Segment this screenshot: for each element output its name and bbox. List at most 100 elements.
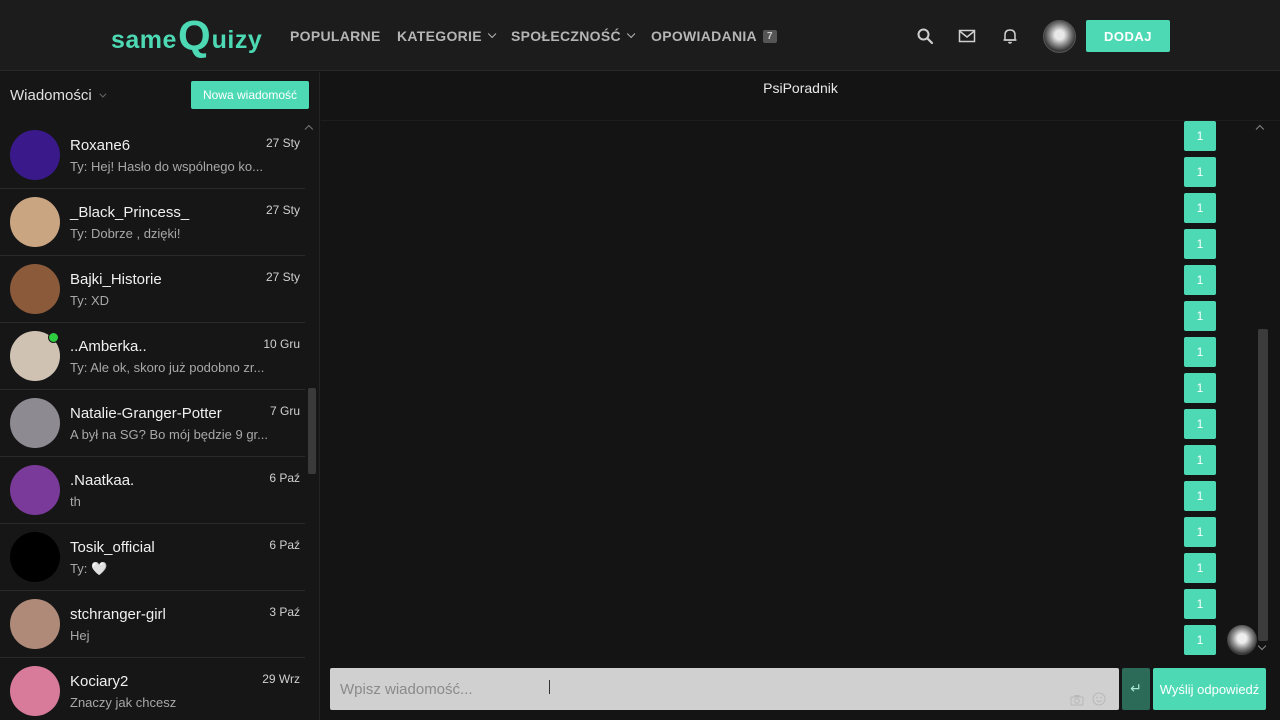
conversation-name: stchranger-girl — [70, 606, 166, 623]
enter-button[interactable]: ↵ — [1122, 668, 1150, 710]
conversation-avatar — [10, 130, 60, 180]
conversation-item[interactable]: Tosik_official 6 Paź Ty: 🤍 — [0, 524, 305, 591]
emoji-icon[interactable] — [1092, 692, 1106, 706]
conversation-item[interactable]: Kociary2 29 Wrz Znaczy jak chcesz — [0, 658, 305, 720]
message-bubble: 1 — [1184, 229, 1216, 259]
scrollbar-thumb[interactable] — [1258, 329, 1268, 641]
conversation-date: 10 Gru — [263, 337, 300, 351]
message-bubble: 1 — [1184, 445, 1216, 475]
mail-icon[interactable] — [958, 27, 976, 45]
conversation-preview: Ty: XD — [70, 293, 110, 308]
message-bubble: 1 — [1184, 121, 1216, 151]
conversation-avatar — [10, 398, 60, 448]
message-bubble: 1 — [1184, 337, 1216, 367]
nav-opowiadania[interactable]: OPOWIADANIA 7 — [651, 26, 777, 46]
logo-text-same: same — [111, 26, 177, 54]
nav-spolecznosc-label: SPOŁECZNOŚĆ — [511, 28, 621, 44]
conversation-item[interactable]: _Black_Princess_ 27 Sty Ty: Dobrze , dzięk… — [0, 189, 305, 256]
chat-title: PsiPoradnik — [763, 80, 838, 96]
logo-text-q: Q — [177, 12, 211, 59]
add-button[interactable]: DODAJ — [1086, 20, 1170, 52]
samequizy-logo[interactable]: same Quizy — [111, 11, 263, 59]
message-area: 1 1 1 1 1 1 1 1 1 1 1 1 1 1 1 — [321, 121, 1266, 659]
logo-text-uizy: uizy — [211, 26, 263, 54]
conversation-item[interactable]: Natalie-Granger-Potter 7 Gru A był na SG? … — [0, 390, 305, 457]
conversation-preview: A był na SG? Bo mój będzie 9 gr... — [70, 427, 269, 442]
scroll-down-icon[interactable] — [1257, 641, 1267, 651]
conversation-preview: Ty: Ale ok, skoro już podobno zr... — [70, 360, 265, 375]
conversation-date: 27 Sty — [265, 203, 300, 217]
conversation-preview: Ty: 🤍 — [70, 561, 108, 576]
conversation-date: 27 Sty — [265, 270, 300, 284]
conversation-preview: Ty: Hej! Hasło do wspólnego ko... — [70, 159, 263, 174]
scrollbar-thumb[interactable] — [308, 388, 316, 474]
message-input[interactable] — [330, 668, 1119, 710]
messages-title: Wiadomości — [10, 87, 92, 104]
message-bubble: 1 — [1184, 301, 1216, 331]
message-bubble: 1 — [1184, 589, 1216, 619]
message-bubble: 1 — [1184, 517, 1216, 547]
user-avatar[interactable] — [1043, 20, 1076, 53]
conversation-list: Roxane6 27 Sty Ty: Hej! Hasło do wspólnego… — [0, 122, 305, 720]
chevron-down-icon — [626, 29, 636, 39]
conversation-name: Kociary2 — [70, 673, 129, 690]
new-message-button[interactable]: Nowa wiadomość — [191, 81, 309, 109]
conversations-header: Wiadomości Nowa wiadomość — [0, 72, 320, 122]
conversation-list-scrollbar[interactable] — [304, 122, 318, 720]
bell-icon[interactable] — [1001, 27, 1019, 45]
conversation-avatar — [10, 197, 60, 247]
text-cursor-icon — [549, 680, 555, 694]
scroll-up-icon[interactable] — [304, 124, 314, 134]
message-composer — [330, 668, 1119, 710]
chevron-down-icon — [487, 29, 497, 39]
conversation-item[interactable]: ..Amberka.. 10 Gru Ty: Ale ok, skoro już p… — [0, 323, 305, 390]
conversation-date: 29 Wrz — [262, 672, 300, 686]
conversation-avatar — [10, 264, 60, 314]
conversation-date: 3 Paź — [269, 605, 300, 619]
message-area-scrollbar[interactable] — [1255, 121, 1270, 659]
nav-popularne-label: POPULARNE — [290, 28, 381, 44]
conversation-item[interactable]: Roxane6 27 Sty Ty: Hej! Hasło do wspólnego… — [0, 122, 305, 189]
nav-opowiadania-label: OPOWIADANIA — [651, 28, 757, 44]
conversation-preview: Hej — [70, 628, 90, 643]
conversation-name: Roxane6 — [70, 137, 131, 154]
message-bubble: 1 — [1184, 409, 1216, 439]
opowiadania-count-badge: 7 — [762, 29, 777, 43]
message-bubble: 1 — [1184, 157, 1216, 187]
top-navbar: same Quizy POPULARNE KATEGORIE SPOŁECZNOŚ… — [0, 0, 1280, 71]
conversation-date: 6 Paź — [269, 538, 300, 552]
conversation-avatar — [10, 532, 60, 582]
message-bubble: 1 — [1184, 373, 1216, 403]
conversation-date: 7 Gru — [269, 404, 300, 418]
conversation-name: Tosik_official — [70, 539, 155, 556]
conversation-avatar — [10, 666, 60, 716]
message-bubble: 1 — [1184, 481, 1216, 511]
sender-avatar — [1227, 625, 1257, 655]
conversation-name: ..Amberka.. — [70, 338, 147, 355]
conversation-preview: Znaczy jak chcesz — [70, 695, 177, 710]
online-status-indicator — [48, 332, 59, 343]
camera-icon[interactable] — [1070, 694, 1084, 706]
send-reply-button[interactable]: Wyślij odpowiedź — [1153, 668, 1266, 710]
message-bubble: 1 — [1184, 553, 1216, 583]
message-bubble: 1 — [1184, 193, 1216, 223]
scroll-up-icon[interactable] — [1255, 124, 1265, 134]
conversation-name: Natalie-Granger-Potter — [70, 405, 222, 422]
conversation-name: _Black_Princess_ — [70, 204, 190, 221]
nav-kategorie[interactable]: KATEGORIE — [397, 26, 497, 46]
messages-dropdown[interactable]: Wiadomości — [10, 87, 107, 104]
conversation-item[interactable]: Bajki_Historie 27 Sty Ty: XD — [0, 256, 305, 323]
conversation-item[interactable]: .Naatkaa. 6 Paź th — [0, 457, 305, 524]
conversation-name: Bajki_Historie — [70, 271, 162, 288]
conversation-item[interactable]: stchranger-girl 3 Paź Hej — [0, 591, 305, 658]
nav-kategorie-label: KATEGORIE — [397, 28, 482, 44]
nav-spolecznosc[interactable]: SPOŁECZNOŚĆ — [511, 26, 636, 46]
nav-popularne[interactable]: POPULARNE — [290, 26, 381, 46]
conversation-date: 6 Paź — [269, 471, 300, 485]
conversation-avatar — [10, 599, 60, 649]
chat-header: PsiPoradnik — [321, 72, 1280, 121]
chevron-down-icon — [99, 90, 107, 98]
search-icon[interactable] — [916, 27, 934, 45]
conversation-preview: th — [70, 494, 81, 509]
message-bubble: 1 — [1184, 625, 1216, 655]
